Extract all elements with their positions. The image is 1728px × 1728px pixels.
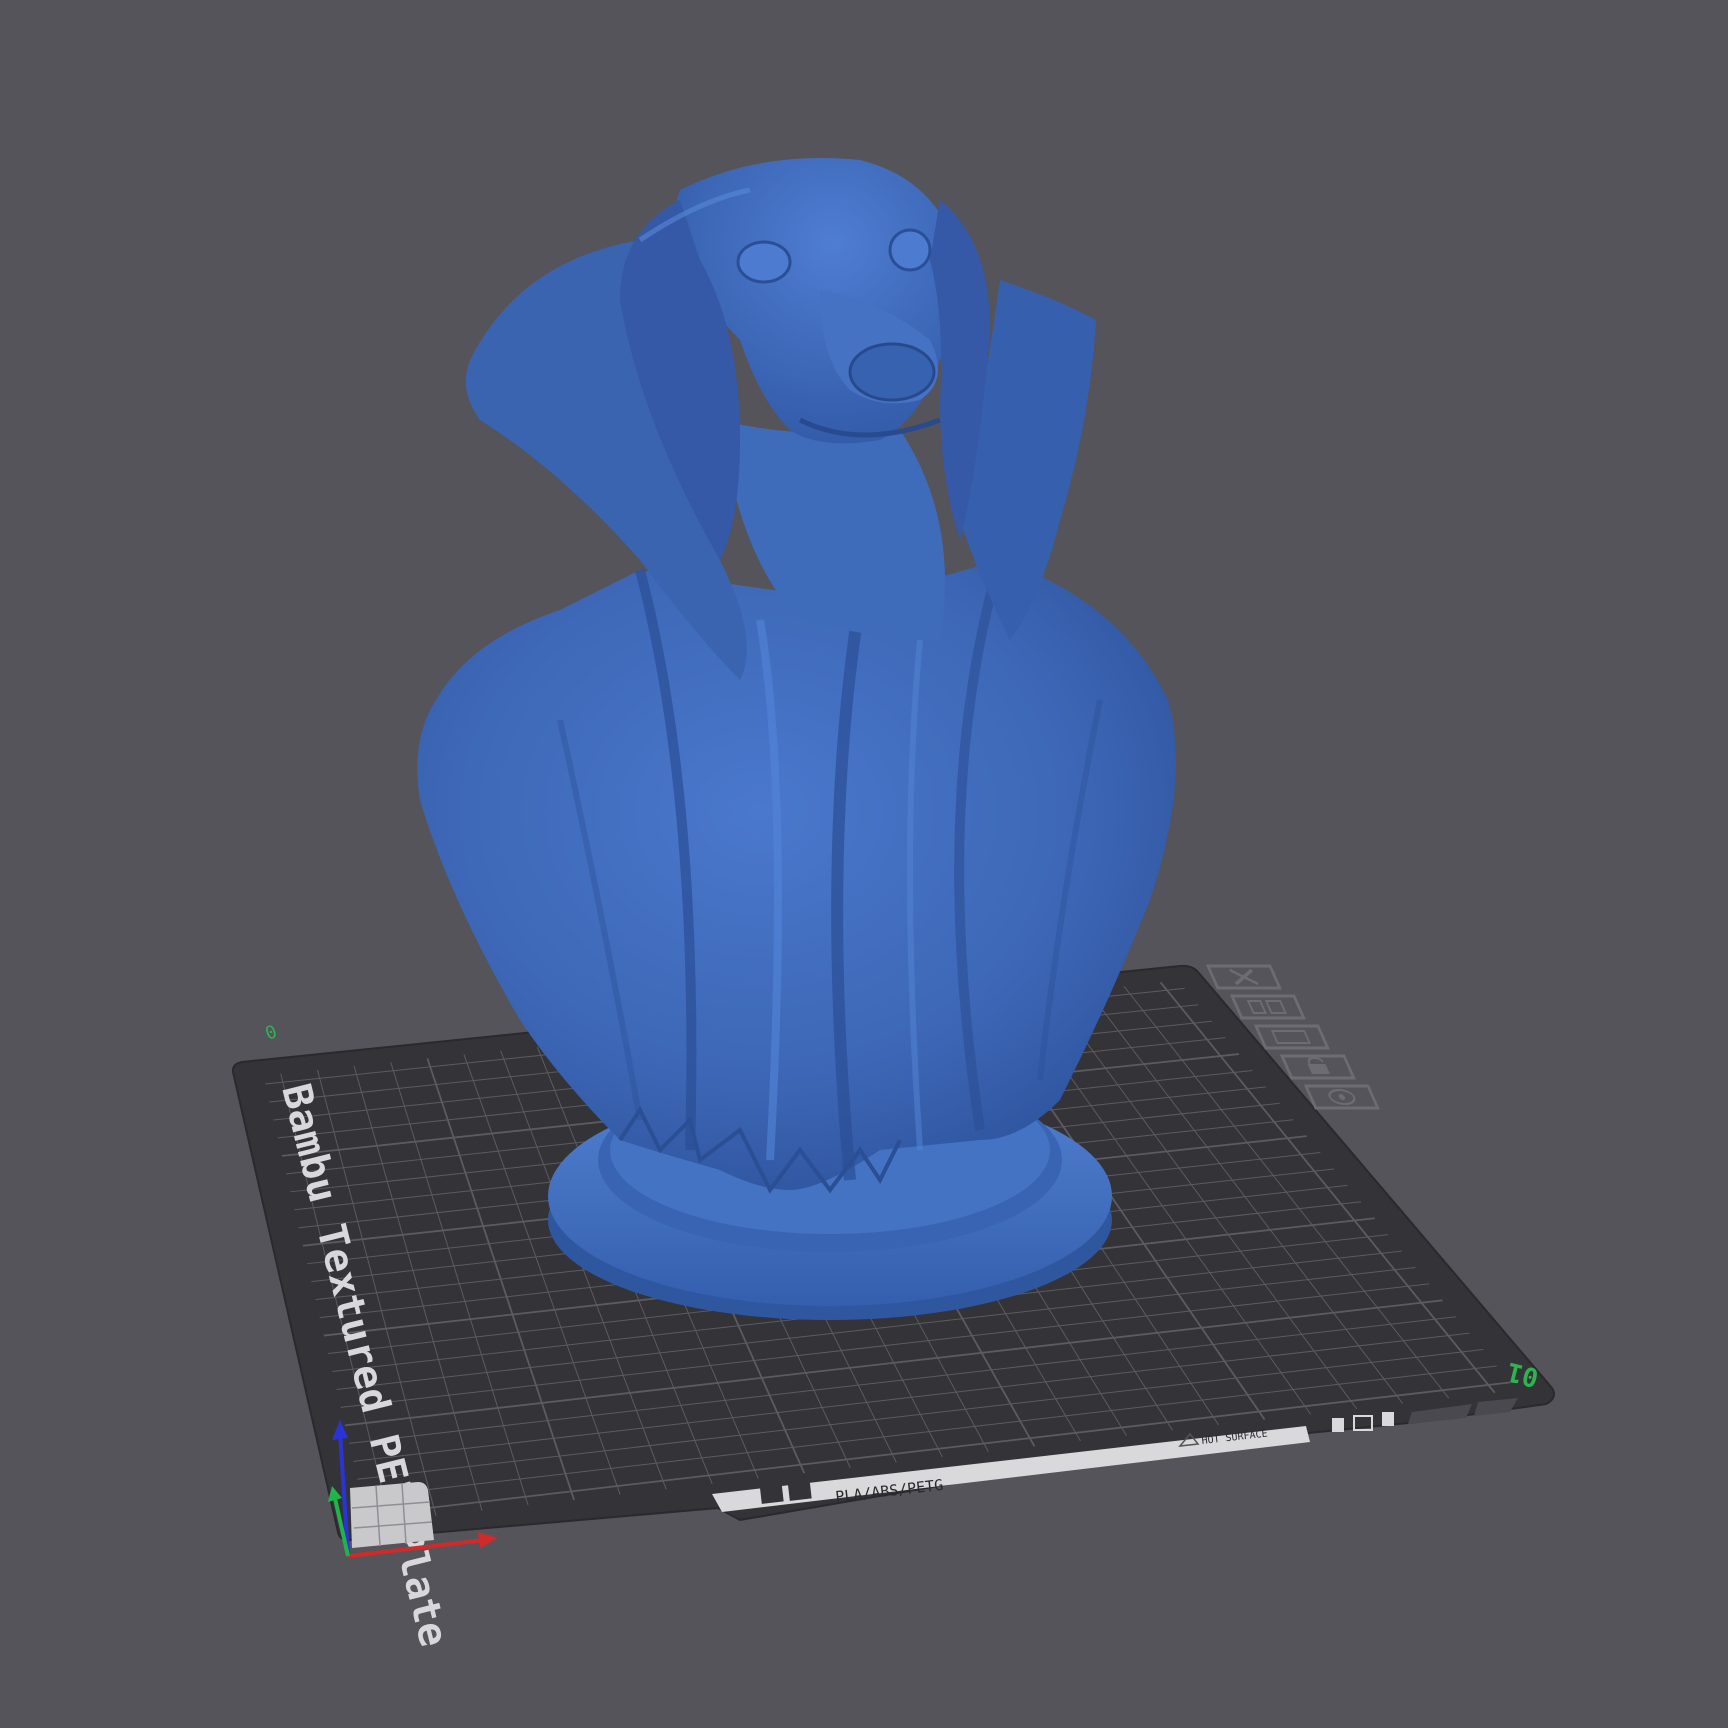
- model-nose: [848, 342, 936, 402]
- model-eye-left: [736, 240, 792, 284]
- auto-arrange-icon[interactable]: [1229, 994, 1306, 1020]
- plate-corner-mark: 0: [263, 1021, 280, 1044]
- plate-settings-icon[interactable]: [1303, 1084, 1380, 1110]
- delete-plate-icon[interactable]: [1205, 964, 1282, 990]
- lock-plate-icon[interactable]: [1279, 1054, 1356, 1080]
- orient-plate-icon[interactable]: [1253, 1024, 1330, 1050]
- model-eye-right: [888, 228, 932, 272]
- origin-marker: [350, 1482, 434, 1548]
- 3d-viewport[interactable]: Bambu Textured PEI Plate PLA/ABS/PETG HO…: [0, 0, 1728, 1728]
